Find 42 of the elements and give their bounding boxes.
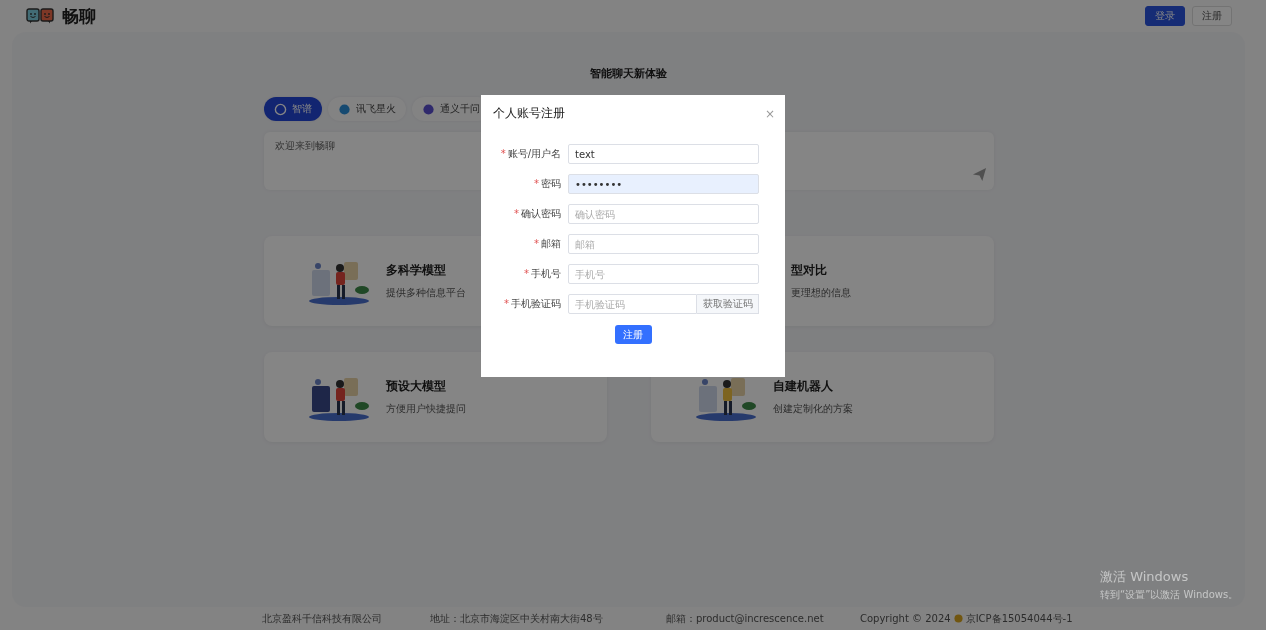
get-code-button[interactable]: 获取验证码 (697, 294, 759, 314)
field-label: 密码 (541, 178, 561, 189)
field-label: 邮箱 (541, 238, 561, 249)
input-field[interactable]: text (568, 144, 759, 164)
card-subtitle: 创建定制化的方案 (772, 403, 853, 416)
required-mark: * (534, 178, 539, 189)
card-title: 自建机器人 (772, 378, 834, 395)
card-subtitle: 方便用户快捷提问 (385, 403, 466, 416)
company-name: 北京盈科千信科技有限公司 (262, 611, 383, 626)
required-mark: * (524, 268, 529, 279)
model-tab[interactable]: 讯飞星火 (327, 97, 406, 121)
input-field[interactable]: 确认密码 (568, 204, 759, 224)
required-mark: * (514, 208, 519, 219)
required-mark: * (500, 148, 506, 159)
card-subtitle: 提供多种信息平台 (385, 287, 466, 300)
required-mark: * (504, 298, 509, 309)
input-field[interactable]: 手机验证码 (568, 294, 697, 314)
register-button[interactable]: 注册 (614, 325, 652, 344)
field-label: 账号/用户名 (507, 148, 561, 159)
activation-title: 激活 Windows (1100, 568, 1190, 586)
input-field[interactable]: 邮箱 (568, 234, 759, 254)
field-label: 手机号 (531, 268, 561, 279)
hero-title: 智能聊天新体验 (589, 66, 668, 82)
input-field[interactable]: 手机号 (568, 264, 759, 284)
card-title: 预设大模型 (385, 378, 447, 395)
address-text: 地址：北京市海淀区中关村南大街48号 (430, 611, 604, 626)
copyright-text: Copyright © 2024 (860, 613, 951, 624)
close-button[interactable]: × (764, 106, 775, 121)
input-field[interactable]: •••••••• (568, 174, 759, 194)
card-title: 型对比 (790, 262, 828, 279)
icp-link[interactable]: 京ICP备15054044号-1 (965, 611, 1073, 626)
header-button[interactable]: 登录 (1145, 6, 1185, 26)
field-label: 手机验证码 (511, 298, 561, 309)
required-mark: * (534, 238, 539, 249)
card-subtitle: 更理想的信息 (790, 287, 851, 300)
header-button[interactable]: 注册 (1192, 6, 1232, 26)
field-label: 确认密码 (521, 208, 561, 219)
dialog-title: 个人账号注册 (493, 106, 565, 121)
brand-name: 畅聊 (62, 4, 96, 28)
card-title: 多科学模型 (385, 262, 447, 279)
model-tab[interactable]: 智谱 (263, 97, 322, 121)
email-text: 邮箱：product@increscence.net (666, 611, 825, 626)
